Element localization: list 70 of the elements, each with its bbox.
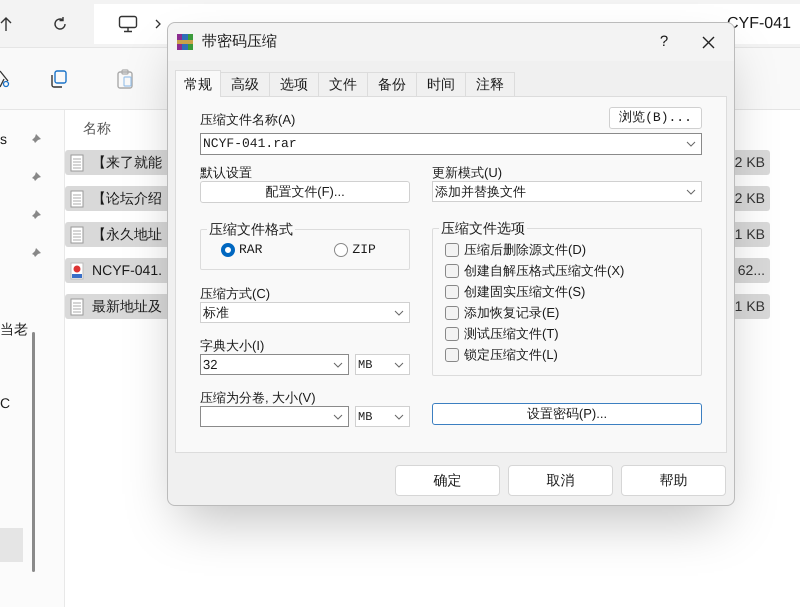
file-name: 【永久地址 (92, 225, 162, 244)
close-icon (702, 36, 714, 48)
tab[interactable]: 高级 (221, 72, 270, 96)
chevron-down-icon (394, 310, 404, 316)
file-size: 62... (738, 261, 765, 280)
scrollbar-thumb[interactable] (32, 332, 35, 572)
browse-button[interactable]: 浏览(B)... (609, 107, 702, 129)
field-label: 默认设置 (200, 164, 253, 181)
dialog-button[interactable]: 帮助 (621, 465, 726, 496)
archive-name-combobox[interactable]: NCYF-041.rar (200, 133, 702, 155)
checkbox[interactable]: 创建固实压缩文件(S) (445, 283, 701, 301)
field-label: 字典大小(I) (200, 337, 266, 354)
copy-icon[interactable] (50, 70, 68, 88)
checkbox[interactable]: 添加恢复记录(E) (445, 304, 701, 322)
nav-item[interactable]: 当老 (0, 318, 28, 340)
computer-icon[interactable] (118, 14, 138, 32)
tab[interactable]: 注释 (466, 72, 515, 96)
field-label: 更新模式(U) (432, 164, 504, 181)
dictionary-size-combobox[interactable]: 32 (200, 354, 349, 375)
set-password-button[interactable]: 设置密码(P)... (432, 403, 702, 425)
unit-dropdown[interactable]: MB (355, 354, 410, 375)
volume-size-combobox[interactable] (200, 406, 349, 427)
field-label: 压缩文件名称(A) (200, 110, 296, 129)
up-arrow-icon[interactable] (0, 16, 12, 32)
tab[interactable]: 时间 (417, 72, 466, 96)
field-label: 压缩方式(C) (200, 285, 272, 302)
chevron-down-icon (394, 414, 404, 420)
file-name: 最新地址及 (92, 297, 162, 316)
chevron-down-icon (394, 362, 404, 368)
dialog-button[interactable]: 取消 (508, 465, 613, 496)
tab[interactable]: 选项 (270, 72, 319, 96)
archive-file-icon (70, 262, 84, 280)
tab[interactable]: 常规 (175, 70, 221, 97)
chevron-down-icon (686, 141, 696, 147)
unit-dropdown[interactable]: MB (355, 406, 410, 427)
nav-item[interactable]: s (0, 128, 7, 150)
dialog-title: 带密码压缩 (202, 32, 277, 52)
checkbox[interactable]: 锁定压缩文件(L) (445, 346, 701, 364)
books-icon (176, 33, 194, 51)
file-size: 1 KB (734, 297, 765, 316)
radio-button[interactable]: ZIP (334, 240, 376, 260)
text-file-icon (70, 190, 84, 208)
chevron-down-icon (333, 414, 343, 420)
file-name: 【论坛介绍 (92, 189, 162, 208)
help-button[interactable]: ? (644, 27, 684, 57)
compression-method-dropdown[interactable]: 标准 (200, 302, 410, 323)
checkbox[interactable]: 压缩后删除源文件(D) (445, 241, 701, 259)
dialog-button[interactable]: 确定 (395, 465, 500, 496)
nav-item[interactable]: C (0, 392, 10, 414)
file-size: 2 KB (734, 189, 765, 208)
chevron-down-icon (686, 188, 696, 194)
checkbox[interactable]: 创建自解压格式压缩文件(X) (445, 262, 701, 280)
file-size: 2 KB (734, 153, 765, 172)
file-name: 【来了就能 (92, 153, 162, 172)
chevron-right-icon (154, 18, 162, 30)
text-file-icon (70, 298, 84, 316)
text-file-icon (70, 154, 84, 172)
file-name: NCYF-041. (92, 261, 162, 280)
file-size: 1 KB (734, 225, 765, 244)
text-file-icon (70, 226, 84, 244)
tab[interactable]: 备份 (368, 72, 417, 96)
chevron-down-icon (333, 362, 343, 368)
field-label: 压缩为分卷, 大小(V) (200, 389, 317, 406)
profiles-button[interactable]: 配置文件(F)... (200, 181, 410, 203)
tab[interactable]: 文件 (319, 72, 368, 96)
scissors-icon[interactable] (0, 68, 10, 88)
refresh-icon[interactable] (52, 16, 68, 32)
checkbox[interactable]: 测试压缩文件(T) (445, 325, 701, 343)
update-mode-dropdown[interactable]: 添加并替换文件 (432, 181, 702, 202)
radio-button[interactable]: RAR (221, 240, 262, 260)
